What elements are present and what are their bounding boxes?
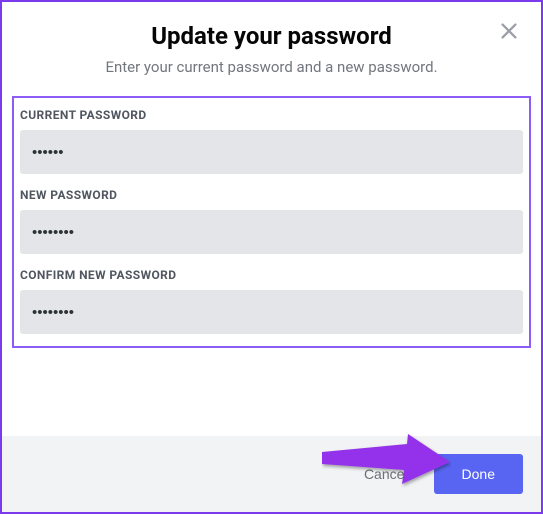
confirm-password-group: CONFIRM NEW PASSWORD — [20, 268, 523, 334]
current-password-label: CURRENT PASSWORD — [20, 108, 523, 122]
confirm-password-input[interactable] — [20, 290, 523, 334]
confirm-password-label: CONFIRM NEW PASSWORD — [20, 268, 523, 282]
done-button[interactable]: Done — [434, 454, 523, 494]
close-button[interactable] — [497, 20, 521, 44]
current-password-input[interactable] — [20, 130, 523, 174]
form-highlight-box: CURRENT PASSWORD NEW PASSWORD CONFIRM NE… — [12, 96, 531, 348]
new-password-input[interactable] — [20, 210, 523, 254]
modal-footer: Cancel Done — [2, 436, 541, 512]
modal-title: Update your password — [22, 22, 521, 50]
current-password-group: CURRENT PASSWORD — [20, 108, 523, 174]
modal-subtitle: Enter your current password and a new pa… — [22, 58, 521, 76]
close-icon — [498, 20, 520, 42]
modal-header: Update your password Enter your current … — [2, 2, 541, 86]
update-password-modal: Update your password Enter your current … — [0, 0, 543, 514]
new-password-group: NEW PASSWORD — [20, 188, 523, 254]
new-password-label: NEW PASSWORD — [20, 188, 523, 202]
cancel-button[interactable]: Cancel — [350, 456, 422, 492]
